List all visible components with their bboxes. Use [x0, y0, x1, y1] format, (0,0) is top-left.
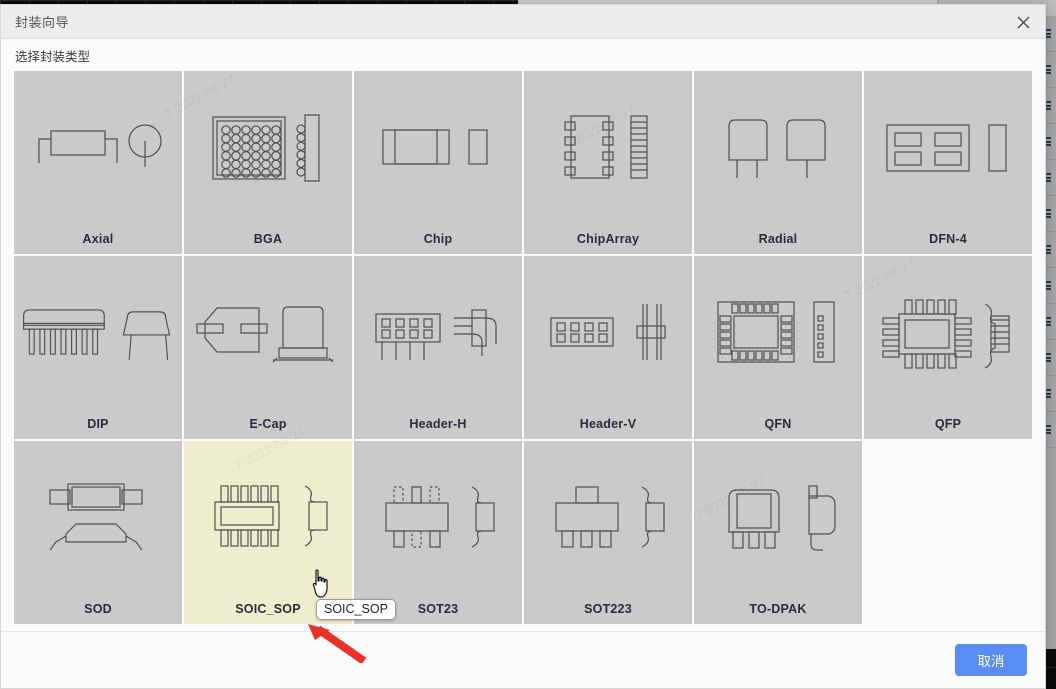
- dialog-titlebar: 封装向导: [1, 5, 1045, 39]
- package-card-label: Radial: [758, 232, 798, 246]
- package-card-bga[interactable]: BGA: [184, 71, 352, 254]
- package-card-qfp[interactable]: QFP: [864, 256, 1032, 439]
- chiparray-package-icon: [524, 71, 692, 224]
- dialog-subtitle-bar: 选择封装类型: [1, 39, 1045, 71]
- qfn-package-icon: [694, 256, 862, 409]
- chip-package-icon: [354, 71, 522, 224]
- sot223-package-icon: [524, 441, 692, 594]
- package-card-label: DFN-4: [929, 232, 967, 246]
- todpak-package-icon: [694, 441, 862, 594]
- package-card-label: TO-DPAK: [749, 602, 807, 616]
- package-card-sot223[interactable]: SOT223: [524, 441, 692, 624]
- package-wizard-dialog: 封装向导 选择封装类型 T 2022-08-27 T 2022-08-27 T …: [0, 4, 1046, 689]
- page-title: 选择封装类型: [15, 49, 91, 64]
- package-card-radial[interactable]: Radial: [694, 71, 862, 254]
- package-card-label: ChipArray: [576, 232, 640, 246]
- close-icon[interactable]: [1009, 9, 1037, 35]
- package-card-label: SOD: [84, 602, 112, 616]
- package-card-label: QFN: [764, 417, 792, 431]
- package-card-header-v[interactable]: Header-V: [524, 256, 692, 439]
- dialog-title: 封装向导: [15, 15, 70, 30]
- package-card-soic-sop[interactable]: SOIC_SOP: [184, 441, 352, 624]
- package-card-sod[interactable]: SOD: [14, 441, 182, 624]
- package-card-label: Header-H: [409, 417, 467, 431]
- package-card-qfn[interactable]: QFN: [694, 256, 862, 439]
- package-card-label: Header-V: [579, 417, 637, 431]
- package-card-label: SOT223: [584, 602, 632, 616]
- dialog-footer: 取消: [1, 631, 1045, 688]
- package-card-label: SOIC_SOP: [235, 602, 301, 616]
- package-card-chiparray[interactable]: ChipArray: [524, 71, 692, 254]
- package-grid-empty-cell: [864, 441, 1032, 624]
- headerh-package-icon: [354, 256, 522, 409]
- cancel-button[interactable]: 取消: [955, 644, 1027, 676]
- package-grid-container: T 2022-08-27 T 2022-08-27 T 2022-08-27 T…: [1, 71, 1045, 631]
- package-card-label: Chip: [423, 232, 453, 246]
- sod-package-icon: [14, 441, 182, 594]
- package-type-grid: Axial BGA Chip ChipArray Radial DFN-4 DIP E-Cap…: [14, 71, 1032, 624]
- package-card-axial[interactable]: Axial: [14, 71, 182, 254]
- package-card-label: DIP: [87, 417, 109, 431]
- package-card-label: BGA: [253, 232, 283, 246]
- package-card-e-cap[interactable]: E-Cap: [184, 256, 352, 439]
- package-card-label: SOT23: [417, 602, 459, 616]
- package-card-header-h[interactable]: Header-H: [354, 256, 522, 439]
- package-card-dfn-4[interactable]: DFN-4: [864, 71, 1032, 254]
- axial-package-icon: [14, 71, 182, 224]
- ecap-package-icon: [184, 256, 352, 409]
- package-card-chip[interactable]: Chip: [354, 71, 522, 254]
- package-card-label: QFP: [934, 417, 962, 431]
- soic-package-icon: [184, 441, 352, 594]
- dip-package-icon: [14, 256, 182, 409]
- package-card-label: Axial: [82, 232, 114, 246]
- sot23-package-icon: [354, 441, 522, 594]
- tooltip-soic-sop: SOIC_SOP: [316, 599, 396, 620]
- dfn4-package-icon: [864, 71, 1032, 224]
- radial-package-icon: [694, 71, 862, 224]
- package-card-dip[interactable]: DIP: [14, 256, 182, 439]
- qfp-package-icon: [864, 256, 1032, 409]
- package-card-label: E-Cap: [249, 417, 287, 431]
- package-card-sot23[interactable]: SOT23: [354, 441, 522, 624]
- headerv-package-icon: [524, 256, 692, 409]
- bga-package-icon: [184, 71, 352, 224]
- package-card-to-dpak[interactable]: TO-DPAK: [694, 441, 862, 624]
